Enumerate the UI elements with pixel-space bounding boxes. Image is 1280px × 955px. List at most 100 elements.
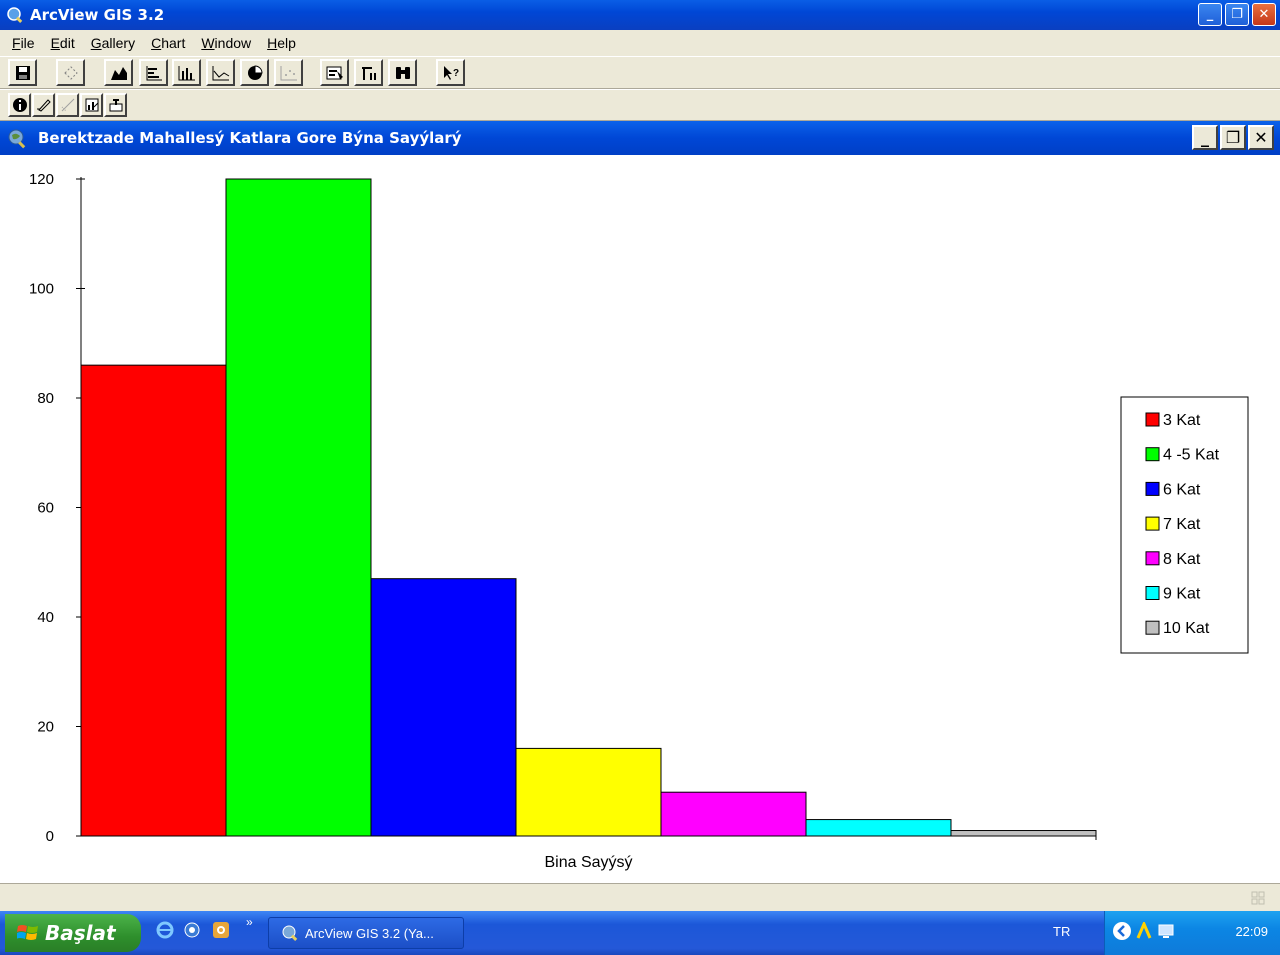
minimize-button[interactable]: _ [1198, 3, 1222, 26]
column-chart-button[interactable] [172, 59, 201, 86]
title-box-icon [109, 99, 122, 112]
chart-properties-button[interactable] [56, 59, 85, 86]
app-title-bar[interactable]: ArcView GIS 3.2 _ ❐ ✕ [0, 0, 1280, 30]
y-tick-label: 40 [37, 609, 54, 626]
legend-swatch [1145, 586, 1160, 600]
tray-expand-icon[interactable] [1113, 922, 1131, 940]
x-axis-label: Bina Sayýsý [544, 854, 632, 871]
bar-6-kat [370, 578, 517, 837]
tool-bar [0, 89, 1280, 121]
menu-chart[interactable]: Chart [151, 35, 185, 51]
pie-chart-button[interactable] [240, 59, 269, 86]
bar-3-kat [80, 364, 227, 837]
bar-9-kat [805, 819, 952, 837]
menu-bar: File Edit Gallery Chart Window Help [0, 30, 1280, 56]
chart-type-tool[interactable] [80, 93, 103, 117]
bar-10-kat [950, 830, 1097, 837]
chart-document-icon [6, 127, 28, 149]
dotted-shape-icon [63, 65, 78, 80]
svg-text:?: ? [453, 68, 459, 79]
taskbar-item-arcview[interactable]: ArcView GIS 3.2 (Ya... [268, 917, 464, 949]
help-pointer-icon: ? [443, 65, 459, 80]
button-bar: ? [0, 56, 1280, 89]
legend-swatch [1145, 620, 1160, 635]
tray-app-icon[interactable] [1135, 920, 1153, 940]
legend-label: 9 Kat [1163, 586, 1201, 603]
bar-7-kat [515, 747, 662, 837]
media-quick-launch-icon[interactable] [212, 921, 230, 939]
windows-logo-icon [16, 923, 39, 943]
y-tick-label: 0 [46, 828, 54, 845]
erase-tool[interactable] [32, 93, 55, 117]
language-indicator[interactable]: TR [1053, 924, 1070, 939]
identify-tool[interactable] [8, 93, 31, 117]
scatter-chart-icon [280, 65, 297, 80]
bar-8-kat [660, 791, 807, 837]
menu-window[interactable]: Window [201, 35, 251, 51]
taskbar: Başlat » ArcView GIS 3.2 (Ya... TR 22:09 [0, 911, 1280, 955]
pie-chart-icon [247, 64, 263, 80]
internet-explorer-icon[interactable] [156, 921, 174, 939]
series-columns-icon [361, 66, 376, 80]
chart-window-title: Berektzade Mahallesý Katlara Gore Býna S… [38, 129, 462, 147]
properties-hand-icon [326, 66, 343, 79]
legend-swatch [1145, 481, 1160, 496]
chart-restore-button[interactable]: ❐ [1220, 125, 1246, 150]
menu-help[interactable]: Help [267, 35, 296, 51]
task-label: ArcView GIS 3.2 (Ya... [305, 925, 434, 941]
app-title: ArcView GIS 3.2 [30, 6, 165, 24]
menu-file[interactable]: File [12, 35, 35, 51]
chart-minimize-button[interactable]: _ [1192, 125, 1218, 150]
line-chart-button[interactable] [206, 59, 235, 86]
xy-scatter-button[interactable] [274, 59, 303, 86]
legend-label: 7 Kat [1163, 516, 1201, 533]
network-monitor-icon[interactable] [1157, 922, 1175, 940]
arcview-task-icon [281, 924, 299, 942]
close-button[interactable]: ✕ [1252, 3, 1276, 26]
pen-chart-icon [61, 98, 74, 112]
area-chart-icon [110, 66, 127, 80]
y-tick-label: 60 [37, 500, 54, 517]
menu-gallery[interactable]: Gallery [91, 35, 135, 51]
start-button[interactable]: Başlat [5, 914, 141, 952]
legend-label: 6 Kat [1163, 481, 1201, 498]
legend-label: 4 -5 Kat [1163, 447, 1220, 464]
browser-quick-launch-icon[interactable] [183, 921, 201, 939]
start-label: Başlat [45, 921, 116, 945]
find-button[interactable] [388, 59, 417, 86]
menu-edit[interactable]: Edit [51, 35, 75, 51]
chevron-more-icon[interactable]: » [246, 915, 264, 933]
clock[interactable]: 22:09 [1235, 924, 1268, 939]
floppy-disk-icon [15, 65, 30, 80]
chart-close-button[interactable]: ✕ [1248, 125, 1274, 150]
chart-gallery-icon [85, 98, 98, 112]
chart-canvas[interactable]: 0 20 40 60 80 100 120 Bina Sayýsý 3 Kat 4 -5 Kat 6… [0, 155, 1280, 883]
series-from-records-button[interactable] [354, 59, 383, 86]
y-tick-label: 80 [37, 390, 54, 407]
resize-grip-icon[interactable] [1250, 890, 1266, 906]
line-chart-icon [212, 65, 229, 80]
status-bar [0, 883, 1280, 911]
legend-label: 3 Kat [1163, 412, 1201, 429]
legend-swatch [1145, 412, 1160, 427]
pencil-icon [36, 99, 51, 112]
binoculars-icon [395, 66, 410, 79]
y-tick-label: 100 [29, 281, 54, 298]
system-tray: TR 22:09 [1053, 911, 1280, 955]
save-project-button[interactable] [8, 59, 37, 86]
restore-button[interactable]: ❐ [1225, 3, 1249, 26]
help-button[interactable]: ? [436, 59, 465, 86]
chart-element-properties-button[interactable] [320, 59, 349, 86]
legend-label: 10 Kat [1163, 620, 1210, 637]
title-tool[interactable] [104, 93, 127, 117]
arcview-globe-icon [6, 6, 24, 24]
series-color-tool[interactable] [56, 93, 79, 117]
bar-chart-button[interactable] [139, 59, 168, 86]
legend-swatch [1145, 551, 1160, 566]
legend-swatch [1145, 447, 1160, 462]
legend-label: 8 Kat [1163, 551, 1201, 568]
info-icon [12, 98, 27, 112]
chart-window-title-bar[interactable]: Berektzade Mahallesý Katlara Gore Býna S… [0, 121, 1280, 155]
y-tick-label: 120 [29, 171, 54, 188]
area-chart-button[interactable] [104, 59, 133, 86]
